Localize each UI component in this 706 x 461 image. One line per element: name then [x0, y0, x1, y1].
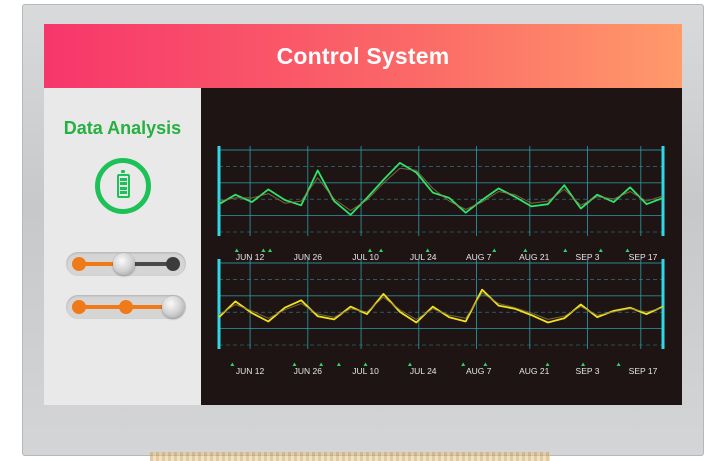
- x-tick-label: JUN 12: [236, 366, 265, 376]
- battery-level-indicator: [116, 170, 130, 198]
- slider-2-knob[interactable]: [162, 296, 184, 318]
- slider-1[interactable]: [66, 252, 186, 276]
- header-bar: Control System: [44, 24, 682, 88]
- event-marker: [230, 362, 235, 366]
- battery-charging-icon[interactable]: [95, 158, 151, 214]
- slider-2[interactable]: [66, 295, 186, 319]
- x-tick-label: SEP 17: [629, 252, 658, 262]
- x-tick-label: SEP 3: [576, 366, 600, 376]
- series-line-1: [218, 162, 664, 216]
- series-line-1: [218, 288, 664, 324]
- x-tick-label: AUG 7: [466, 366, 492, 376]
- x-tick-label: AUG 7: [466, 252, 492, 262]
- page-title: Control System: [276, 42, 450, 69]
- chart-1: JUN 12 JUN 26 JUL 10 JUL 24 AUG 7 AUG 21 SEP 3…: [217, 146, 665, 262]
- x-tick-label: JUL 10: [352, 366, 379, 376]
- slider-2-mid-dot: [119, 300, 133, 314]
- screen: Control System Data Analysis JUN 12 JUN 2…: [44, 24, 682, 405]
- event-marker: [461, 362, 466, 366]
- chart-2: JUN 12 JUN 26 JUL 10 JUL 24 AUG 7 AUG 21 SEP 3…: [217, 259, 665, 376]
- event-marker: [379, 248, 384, 252]
- sidebar-title: Data Analysis: [63, 118, 182, 138]
- x-tick-label: SEP 17: [629, 366, 658, 376]
- slider-2-start-dot: [72, 300, 86, 314]
- series-line-2: [218, 292, 664, 320]
- sidebar: Data Analysis: [44, 88, 201, 405]
- x-tick-label: JUN 26: [294, 366, 323, 376]
- event-marker: [268, 248, 273, 252]
- flex-connector: [150, 452, 550, 461]
- event-marker: [336, 362, 341, 366]
- event-marker: [616, 362, 621, 366]
- x-tick-label: AUG 21: [519, 366, 550, 376]
- x-tick-label: AUG 21: [519, 252, 550, 262]
- event-marker: [563, 248, 568, 252]
- x-tick-label: JUL 24: [410, 252, 437, 262]
- slider-1-start-dot: [72, 257, 86, 271]
- event-marker: [492, 248, 497, 252]
- charts-svg: JUN 12 JUN 26 JUL 10 JUL 24 AUG 7 AUG 21 SEP 3…: [217, 146, 665, 376]
- slider-1-end-dot: [166, 257, 180, 271]
- chart-area: JUN 12 JUN 26 JUL 10 JUL 24 AUG 7 AUG 21 SEP 3…: [201, 88, 682, 405]
- series-line-2: [218, 167, 664, 212]
- x-tick-label: JUL 10: [352, 252, 379, 262]
- x-tick-label: JUL 24: [410, 366, 437, 376]
- slider-1-knob[interactable]: [113, 253, 135, 275]
